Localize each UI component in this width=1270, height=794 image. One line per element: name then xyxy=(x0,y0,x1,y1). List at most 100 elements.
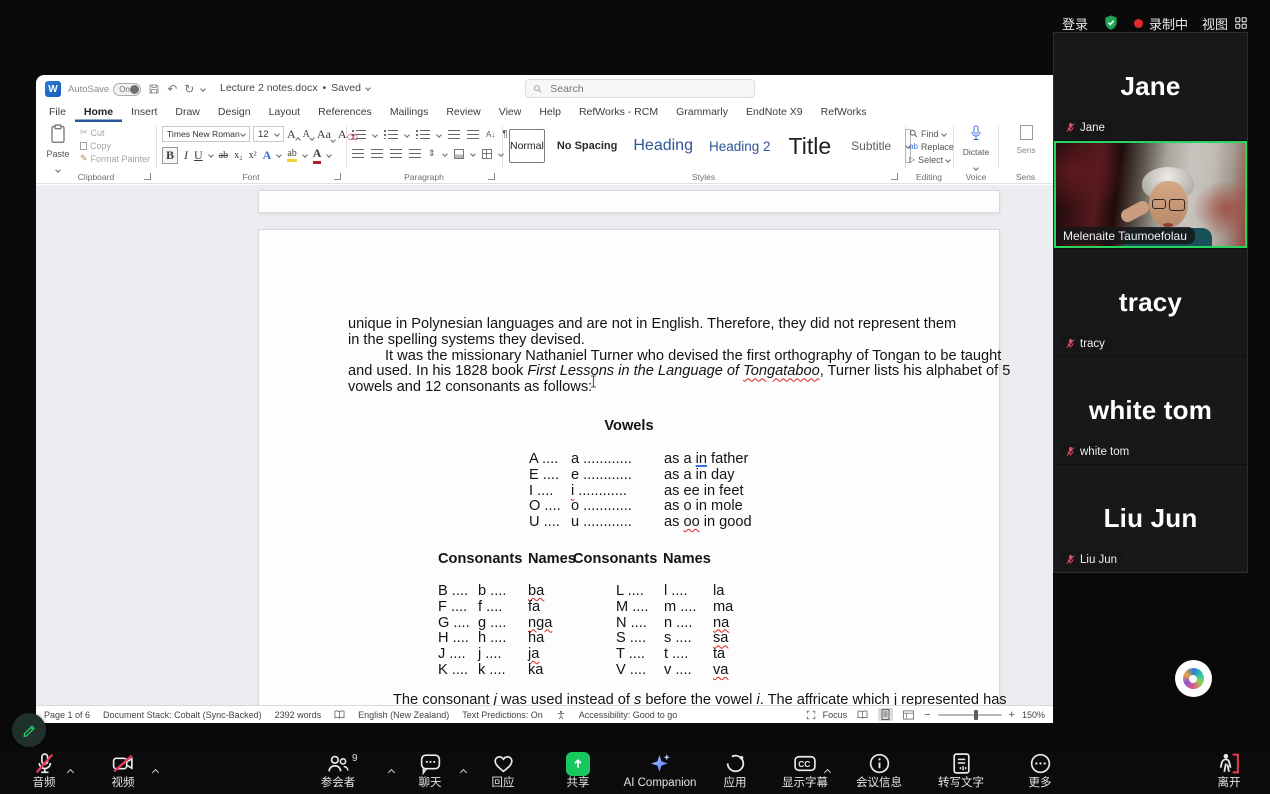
decrease-indent-icon[interactable] xyxy=(448,130,460,139)
grow-font-button[interactable]: A xyxy=(287,127,300,142)
highlight-button[interactable]: ab xyxy=(287,148,296,162)
zoom-out-button[interactable]: − xyxy=(924,709,930,721)
numbering-icon[interactable] xyxy=(384,130,398,139)
tab-grammarly[interactable]: Grammarly xyxy=(667,106,737,122)
style-heading2[interactable]: Heading 2 xyxy=(709,139,771,154)
copy-button[interactable]: Copy xyxy=(80,139,150,152)
undo-icon[interactable]: ↶ xyxy=(167,83,177,95)
replace-button[interactable]: ab Replace xyxy=(909,140,954,153)
strikethrough-button[interactable]: ab xyxy=(219,150,228,161)
style-title[interactable]: Title xyxy=(789,133,832,160)
style-heading1[interactable]: Heading xyxy=(633,137,693,155)
participant-tile-white-tom[interactable]: white tom white tom xyxy=(1054,357,1247,464)
copilot-button[interactable] xyxy=(1175,660,1212,697)
select-button[interactable]: ▷ Select xyxy=(909,153,954,166)
align-right-icon[interactable] xyxy=(390,149,402,158)
borders-icon[interactable] xyxy=(482,149,492,159)
web-layout-button[interactable] xyxy=(900,709,917,721)
quick-access-caret-icon[interactable] xyxy=(200,86,206,92)
print-layout-button[interactable] xyxy=(878,708,893,721)
tab-draw[interactable]: Draw xyxy=(166,106,209,122)
font-name-combo[interactable]: Times New Roman xyxy=(162,126,250,142)
tab-insert[interactable]: Insert xyxy=(122,106,166,122)
participant-tile-jane[interactable]: Jane Jane xyxy=(1054,33,1247,140)
styles-dialog-launcher[interactable] xyxy=(891,173,898,180)
zoom-percentage[interactable]: 150% xyxy=(1022,710,1045,720)
participant-tile-melenaite-video[interactable]: Melenaite Taumoefolau xyxy=(1054,141,1247,248)
tab-file[interactable]: File xyxy=(40,106,75,122)
tab-layout[interactable]: Layout xyxy=(260,106,310,122)
read-mode-button[interactable] xyxy=(854,709,871,721)
shrink-font-button[interactable]: A xyxy=(303,129,314,140)
highlight-caret-icon[interactable] xyxy=(302,152,308,158)
superscript-button[interactable]: x² xyxy=(249,150,257,161)
save-icon[interactable] xyxy=(148,83,160,95)
paste-button[interactable]: Paste xyxy=(42,124,74,177)
zoom-in-button[interactable]: + xyxy=(1009,709,1015,721)
document-stack-status[interactable]: Document Stack: Cobalt (Sync-Backed) xyxy=(103,710,262,720)
search-box[interactable] xyxy=(525,79,755,98)
language-status[interactable]: English (New Zealand) xyxy=(358,710,449,720)
underline-button[interactable]: U xyxy=(194,148,203,163)
italic-button[interactable]: I xyxy=(184,148,188,163)
zoom-slider-thumb[interactable] xyxy=(974,710,978,720)
zoom-slider[interactable] xyxy=(938,714,1002,716)
dictate-button[interactable]: Dictate xyxy=(954,125,998,175)
font-dialog-launcher[interactable] xyxy=(334,173,341,180)
align-center-icon[interactable] xyxy=(371,149,383,158)
proofing-icon[interactable] xyxy=(334,710,345,720)
line-spacing-icon[interactable]: ⇕ xyxy=(428,148,436,159)
style-normal[interactable]: Normal xyxy=(509,129,545,163)
more-button[interactable]: 更多 xyxy=(980,750,1100,789)
justify-icon[interactable] xyxy=(409,149,421,158)
tab-help[interactable]: Help xyxy=(530,106,570,122)
paragraph-dialog-launcher[interactable] xyxy=(488,173,495,180)
autosave-toggle[interactable]: AutoSave On xyxy=(68,83,141,96)
tab-view[interactable]: View xyxy=(490,106,531,122)
tab-refworks-rcm[interactable]: RefWorks - RCM xyxy=(570,106,667,122)
sensitivity-button[interactable]: Sens xyxy=(999,125,1053,155)
tab-review[interactable]: Review xyxy=(437,106,489,122)
shading-caret-icon[interactable] xyxy=(470,151,476,157)
text-predictions-status[interactable]: Text Predictions: On xyxy=(462,710,543,720)
font-color-caret-icon[interactable] xyxy=(327,152,333,158)
video-button[interactable]: 视频 xyxy=(63,750,183,789)
style-subtitle[interactable]: Subtitle xyxy=(851,139,891,153)
increase-indent-icon[interactable] xyxy=(467,130,479,139)
tab-endnote[interactable]: EndNote X9 xyxy=(737,106,812,122)
multilevel-list-icon[interactable] xyxy=(416,130,430,139)
cut-button[interactable]: ✂Cut xyxy=(80,126,150,139)
word-count[interactable]: 2392 words xyxy=(275,710,322,720)
tab-refworks[interactable]: RefWorks xyxy=(812,106,876,122)
find-button[interactable]: Find xyxy=(909,127,954,140)
sort-icon[interactable]: A↓ xyxy=(486,130,495,139)
page-indicator[interactable]: Page 1 of 6 xyxy=(44,710,90,720)
multilevel-caret-icon[interactable] xyxy=(436,132,442,138)
accessibility-status[interactable]: Accessibility: Good to go xyxy=(579,710,678,720)
text-effects-caret-icon[interactable] xyxy=(276,152,282,158)
participant-tile-tracy[interactable]: tracy tracy xyxy=(1054,249,1247,356)
video-options-caret[interactable] xyxy=(153,762,158,780)
security-shield-icon[interactable] xyxy=(1102,14,1120,32)
font-color-button[interactable]: A xyxy=(313,146,322,164)
underline-caret-icon[interactable] xyxy=(208,152,214,158)
tab-home[interactable]: Home xyxy=(75,106,122,122)
leave-button[interactable]: 离开 xyxy=(1169,750,1270,789)
borders-caret-icon[interactable] xyxy=(498,151,504,157)
redo-icon[interactable]: ↻ xyxy=(184,83,194,95)
text-effects-button[interactable]: A xyxy=(263,148,272,163)
change-case-button[interactable]: Aa xyxy=(317,127,335,142)
clipboard-dialog-launcher[interactable] xyxy=(144,173,151,180)
tab-mailings[interactable]: Mailings xyxy=(381,106,438,122)
font-size-combo[interactable]: 12 xyxy=(253,126,284,142)
login-button[interactable]: 登录 xyxy=(1062,14,1088,33)
subscript-button[interactable]: x₂ xyxy=(234,150,243,161)
bold-button[interactable]: B xyxy=(162,147,178,164)
tab-design[interactable]: Design xyxy=(209,106,260,122)
style-no-spacing[interactable]: No Spacing xyxy=(557,140,618,152)
numbering-caret-icon[interactable] xyxy=(404,132,410,138)
line-spacing-caret-icon[interactable] xyxy=(442,151,448,157)
bullets-icon[interactable] xyxy=(352,130,366,139)
search-input[interactable] xyxy=(548,82,747,96)
annotate-button[interactable] xyxy=(12,713,46,747)
